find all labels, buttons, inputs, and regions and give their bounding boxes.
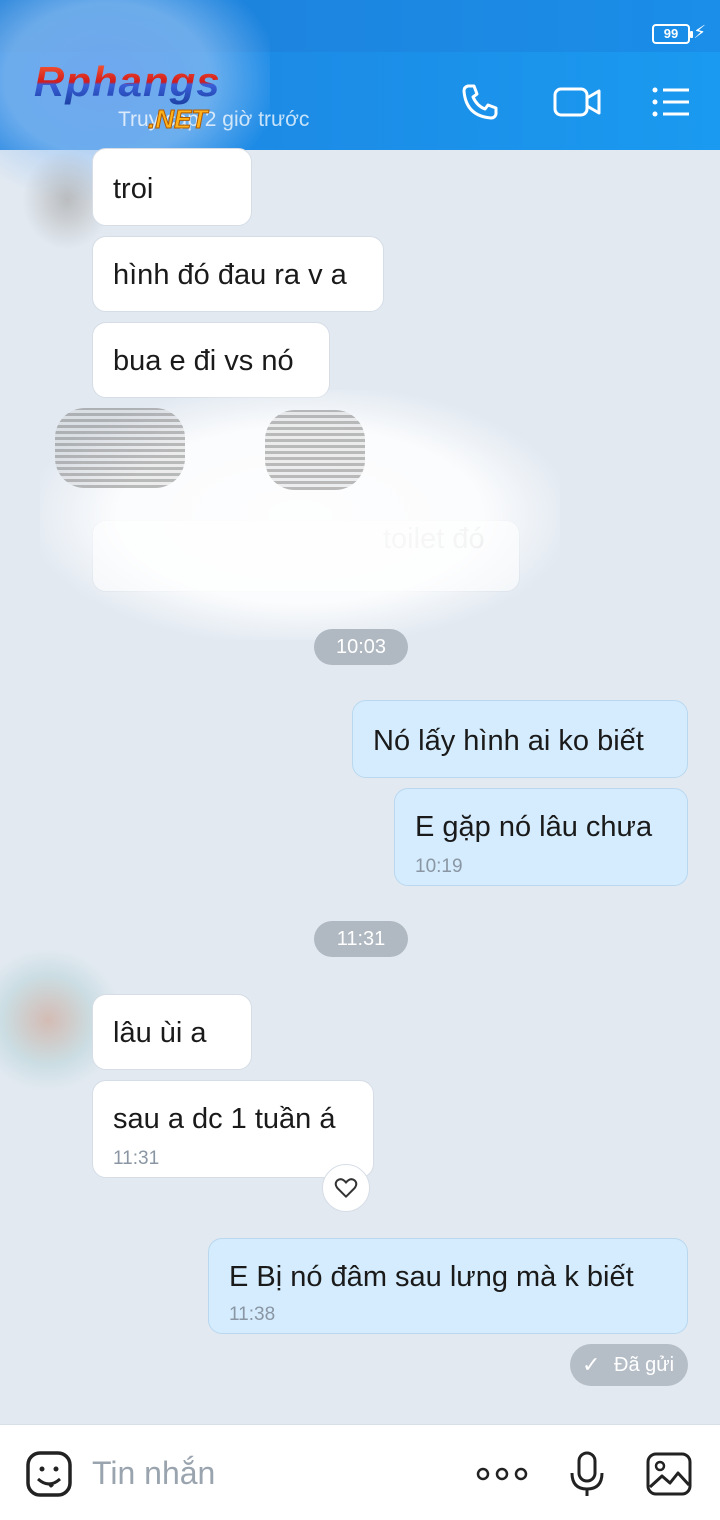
redaction-scribble bbox=[265, 410, 365, 490]
menu-icon[interactable] bbox=[648, 80, 692, 124]
sticker-icon[interactable] bbox=[24, 1449, 74, 1499]
redaction-scribble bbox=[40, 390, 560, 640]
mic-icon[interactable] bbox=[562, 1449, 612, 1499]
heart-icon bbox=[334, 1178, 358, 1198]
watermark-logo: Rphangs bbox=[34, 58, 221, 105]
sent-status-label: Đã gửi bbox=[614, 1354, 675, 1376]
message-text: lâu ùi a bbox=[113, 1017, 207, 1049]
incoming-message[interactable]: lâu ùi a bbox=[92, 994, 252, 1070]
message-text: toilet đó bbox=[383, 523, 485, 555]
time-divider: 10:03 bbox=[314, 629, 408, 665]
message-text: E Bị nó đâm sau lưng mà k biết bbox=[229, 1261, 634, 1293]
time-divider: 11:31 bbox=[314, 921, 408, 957]
message-text: troi bbox=[113, 173, 154, 205]
message-input[interactable]: Tin nhắn bbox=[92, 1455, 215, 1492]
battery-indicator: 99 bbox=[652, 24, 693, 44]
sent-status-badge: ✓ Đã gửi bbox=[570, 1344, 688, 1386]
outgoing-message[interactable]: E gặp nó lâu chưa 10:19 bbox=[394, 788, 688, 886]
message-time: 11:38 bbox=[229, 1304, 276, 1325]
charging-icon: ⚡ bbox=[693, 22, 706, 42]
message-composer: Tin nhắn bbox=[0, 1424, 720, 1520]
message-time: 11:31 bbox=[113, 1148, 160, 1169]
react-heart-button[interactable] bbox=[322, 1164, 370, 1212]
image-icon[interactable] bbox=[644, 1449, 694, 1499]
redacted-message[interactable]: toilet đó bbox=[92, 520, 520, 592]
incoming-message[interactable]: sau a dc 1 tuần á 11:31 bbox=[92, 1080, 374, 1178]
message-text: bua e đi vs nó bbox=[113, 345, 294, 377]
incoming-message[interactable]: troi bbox=[92, 148, 252, 226]
status-bar: 99 ⚡ bbox=[0, 0, 720, 52]
message-text: sau a dc 1 tuần á bbox=[113, 1103, 336, 1135]
message-text: Nó lấy hình ai ko biết bbox=[373, 725, 644, 757]
watermark-logo-net: .NET bbox=[147, 104, 208, 135]
message-text: E gặp nó lâu chưa bbox=[415, 811, 653, 843]
phone-icon[interactable] bbox=[458, 80, 502, 124]
more-icon[interactable] bbox=[474, 1449, 530, 1499]
incoming-message[interactable]: hình đó đau ra v a bbox=[92, 236, 384, 312]
video-icon[interactable] bbox=[552, 80, 602, 124]
redaction-scribble bbox=[55, 408, 185, 488]
message-time: 10:19 bbox=[415, 856, 463, 877]
message-text: hình đó đau ra v a bbox=[113, 259, 347, 291]
outgoing-message[interactable]: E Bị nó đâm sau lưng mà k biết 11:38 bbox=[208, 1238, 688, 1334]
outgoing-message[interactable]: Nó lấy hình ai ko biết bbox=[352, 700, 688, 778]
last-seen-subtitle: Truy cập 2 giờ trước bbox=[118, 108, 310, 131]
incoming-message[interactable]: bua e đi vs nó bbox=[92, 322, 330, 398]
check-icon: ✓ bbox=[582, 1352, 601, 1377]
